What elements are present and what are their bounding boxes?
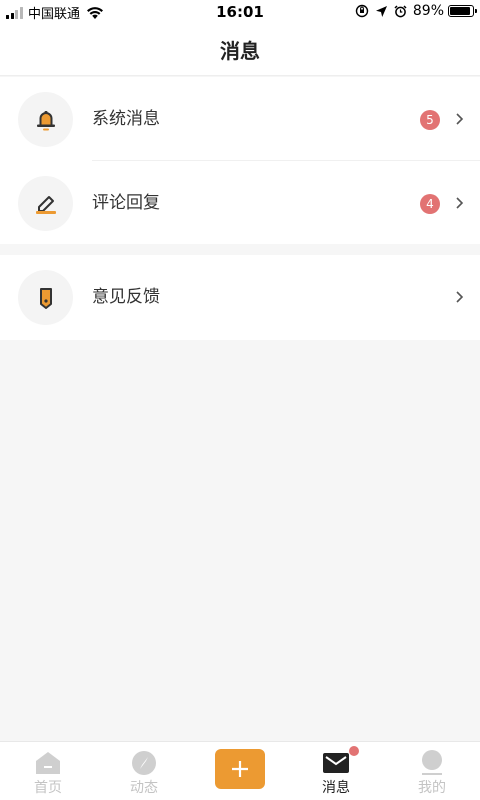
list-item-label: 系统消息 <box>92 109 160 129</box>
battery-level <box>450 7 470 15</box>
battery-icon <box>448 5 477 17</box>
status-bar: 中国联通 16:01 89% <box>0 0 480 24</box>
tab-feed[interactable]: 动态 <box>96 742 192 800</box>
icon-circle <box>18 270 73 325</box>
bell-icon <box>36 110 55 130</box>
feedback-group: 意见反馈 <box>0 255 480 340</box>
chevron-right-icon <box>456 291 464 303</box>
chevron-right-icon <box>456 113 464 125</box>
notification-dot <box>349 746 359 756</box>
tab-profile[interactable]: 我的 <box>384 742 480 800</box>
compass-icon <box>132 751 156 775</box>
user-icon <box>422 750 442 775</box>
list-item-label: 评论回复 <box>92 193 160 213</box>
rotation-lock-icon <box>355 4 369 18</box>
feedback-tag-icon <box>39 287 52 309</box>
tab-label: 我的 <box>418 780 446 796</box>
tab-label: 首页 <box>34 780 62 796</box>
page-title: 消息 <box>220 39 260 63</box>
list-item-feedback[interactable]: 意见反馈 <box>0 255 480 339</box>
icon-circle <box>18 92 73 147</box>
tab-label: 消息 <box>322 780 350 796</box>
list-item-system-messages[interactable]: 系统消息 5 <box>0 77 480 161</box>
tab-bar: 首页 动态 消息 我的 <box>0 741 480 800</box>
tab-label: 动态 <box>130 780 158 796</box>
status-bar-right: 89% <box>355 3 477 19</box>
home-icon <box>36 752 60 774</box>
icon-circle <box>18 176 73 231</box>
edit-icon <box>35 195 56 214</box>
plus-icon <box>232 761 248 777</box>
chevron-right-icon <box>456 197 464 209</box>
nav-header: 消息 <box>0 24 480 76</box>
battery-percent: 89% <box>412 3 444 19</box>
list-item-label: 意见反馈 <box>92 287 160 307</box>
add-post-button[interactable] <box>215 749 265 789</box>
alarm-clock-icon <box>394 4 407 17</box>
unread-count-badge: 5 <box>420 110 440 130</box>
list-item-comment-replies[interactable]: 评论回复 4 <box>0 161 480 245</box>
unread-count-badge: 4 <box>420 194 440 214</box>
mail-icon <box>323 753 349 773</box>
location-arrow-icon <box>375 5 387 17</box>
tab-home[interactable]: 首页 <box>0 742 96 800</box>
message-list-group: 系统消息 5 评论回复 4 <box>0 77 480 244</box>
tab-messages[interactable]: 消息 <box>288 742 384 800</box>
